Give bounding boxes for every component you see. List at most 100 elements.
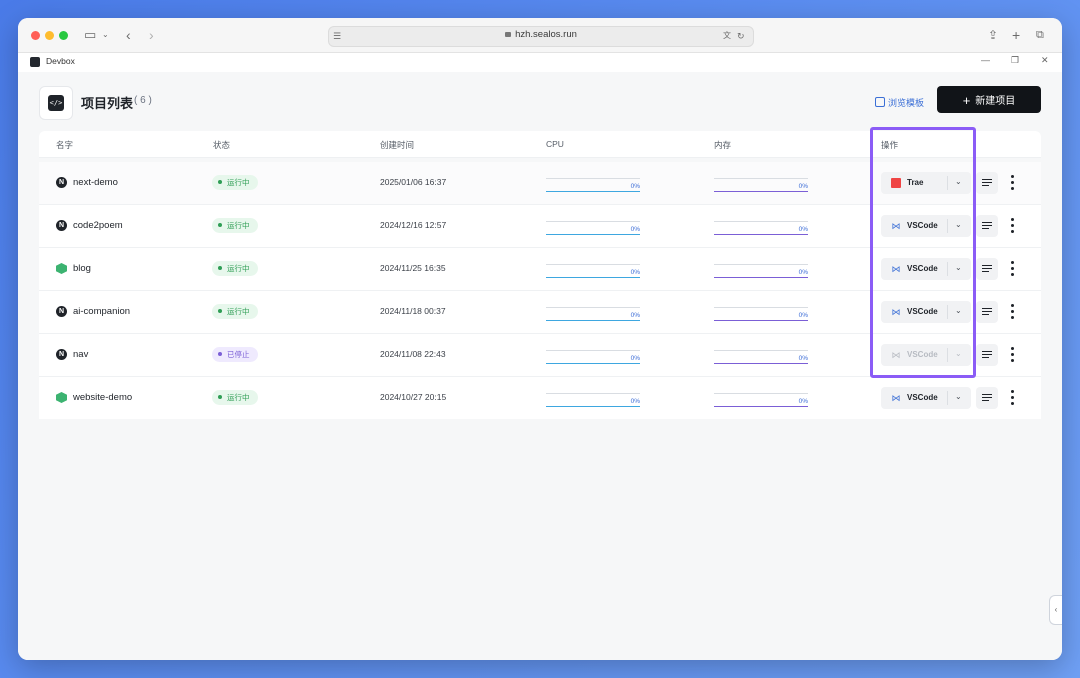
app-name: Devbox <box>46 56 75 66</box>
forward-icon[interactable]: › <box>149 27 154 43</box>
vscode-icon: ⋈ <box>891 393 901 403</box>
status-dot-icon <box>218 352 222 356</box>
new-tab-icon[interactable]: + <box>1012 27 1020 43</box>
project-name[interactable]: website-demo <box>73 392 132 403</box>
lines-icon <box>982 222 992 224</box>
lines-icon <box>982 265 992 267</box>
table-row[interactable]: N nav 已停止 2024/11/08 22:43 0% 0% ⋈ VSCod… <box>39 334 1041 377</box>
chevron-down-icon[interactable]: ⌄ <box>955 177 962 186</box>
project-name[interactable]: blog <box>73 263 91 274</box>
logs-button[interactable] <box>976 301 998 323</box>
address-bar[interactable]: ☰ hzh.sealos.run 文 ↻ <box>328 26 754 47</box>
created-time: 2024/11/18 00:37 <box>380 306 446 316</box>
cpu-percent: 0% <box>630 312 640 319</box>
created-time: 2025/01/06 16:37 <box>380 177 447 187</box>
memory-meter: 0% <box>714 349 808 365</box>
sidebar-toggle-icon[interactable]: ▭ <box>84 27 96 43</box>
project-name[interactable]: code2poem <box>73 220 123 231</box>
new-project-button[interactable]: + 新建项目 <box>937 86 1041 113</box>
minimize-window-button[interactable] <box>45 31 54 40</box>
nextjs-icon: N <box>56 306 67 317</box>
memory-percent: 0% <box>798 312 808 319</box>
cpu-meter: 0% <box>546 349 640 365</box>
created-time: 2024/11/25 16:35 <box>380 263 446 273</box>
share-icon[interactable]: ⇪ <box>988 27 998 43</box>
ide-open-button[interactable]: ⋈ VSCode ⌄ <box>881 258 971 280</box>
more-options-icon[interactable] <box>1010 345 1016 365</box>
table-row[interactable]: N next-demo 运行中 2025/01/06 16:37 0% 0% T… <box>39 162 1041 205</box>
new-project-label: 新建项目 <box>975 96 1016 107</box>
devbox-logo-icon <box>30 57 40 67</box>
chevron-down-icon[interactable]: ⌄ <box>955 306 962 315</box>
more-options-icon[interactable] <box>1010 259 1016 279</box>
page-header: </> 项目列表 ( 6 ) 浏览模板 + 新建项目 <box>39 86 1041 120</box>
status-label: 运行中 <box>227 393 250 402</box>
project-table: 名字 状态 创建时间 CPU 内存 操作 N next-demo 运行中 202… <box>39 131 1041 419</box>
status-label: 运行中 <box>227 307 250 316</box>
close-window-button[interactable] <box>31 31 40 40</box>
table-row[interactable]: website-demo 运行中 2024/10/27 20:15 0% 0% … <box>39 377 1041 419</box>
code-icon: </> <box>48 95 64 111</box>
tabs-overview-icon[interactable]: ⧉ <box>1036 27 1044 43</box>
project-name[interactable]: next-demo <box>73 177 118 188</box>
chevron-down-icon[interactable]: ⌄ <box>955 349 962 358</box>
more-options-icon[interactable] <box>1010 388 1016 408</box>
ide-open-button[interactable]: Trae ⌄ <box>881 172 971 194</box>
logs-button[interactable] <box>976 344 998 366</box>
logs-button[interactable] <box>976 215 998 237</box>
plus-icon: + <box>962 93 971 108</box>
browse-templates-link[interactable]: 浏览模板 <box>875 96 924 109</box>
ide-open-button[interactable]: ⋈ VSCode ⌄ <box>881 344 971 366</box>
back-icon[interactable]: ‹ <box>126 27 131 43</box>
memory-meter: 0% <box>714 306 808 322</box>
more-options-icon[interactable] <box>1010 173 1016 193</box>
memory-meter: 0% <box>714 220 808 236</box>
more-options-icon[interactable] <box>1010 302 1016 322</box>
logs-button[interactable] <box>976 387 998 409</box>
logs-button[interactable] <box>976 258 998 280</box>
ide-open-button[interactable]: ⋈ VSCode ⌄ <box>881 215 971 237</box>
logs-button[interactable] <box>976 172 998 194</box>
url-text: hzh.sealos.run <box>515 29 577 40</box>
table-row[interactable]: N ai-companion 运行中 2024/11/18 00:37 0% 0… <box>39 291 1041 334</box>
template-icon <box>875 97 885 107</box>
reload-icon[interactable]: ↻ <box>737 28 745 44</box>
project-name[interactable]: ai-companion <box>73 306 130 317</box>
chevron-down-icon[interactable]: ⌄ <box>955 220 962 229</box>
status-badge: 运行中 <box>212 175 258 190</box>
table-body: N next-demo 运行中 2025/01/06 16:37 0% 0% T… <box>39 162 1041 419</box>
col-status: 状态 <box>213 140 231 150</box>
maximize-window-button[interactable] <box>59 31 68 40</box>
status-badge: 已停止 <box>212 347 258 362</box>
ide-label: VSCode <box>907 350 938 359</box>
minimize-icon[interactable]: — <box>981 55 990 65</box>
memory-percent: 0% <box>798 183 808 190</box>
cpu-percent: 0% <box>630 355 640 362</box>
col-memory: 内存 <box>714 140 732 150</box>
chevron-down-icon[interactable]: ⌄ <box>955 263 962 272</box>
chevron-down-icon[interactable]: ⌄ <box>955 392 962 401</box>
ide-label: VSCode <box>907 221 938 230</box>
app-titlebar: Devbox — ❐ ✕ <box>18 53 1062 71</box>
table-row[interactable]: blog 运行中 2024/11/25 16:35 0% 0% ⋈ VSCode… <box>39 248 1041 291</box>
close-icon[interactable]: ✕ <box>1041 55 1049 66</box>
project-name[interactable]: nav <box>73 349 88 360</box>
side-collapse-tab[interactable]: ‹ <box>1049 595 1062 625</box>
memory-meter: 0% <box>714 263 808 279</box>
restore-icon[interactable]: ❐ <box>1011 55 1019 66</box>
created-time: 2024/10/27 20:15 <box>380 392 447 402</box>
browser-toolbar: ▭ ⌄ ‹ › ☰ hzh.sealos.run 文 ↻ ⇪ + ⧉ <box>18 18 1062 53</box>
ide-open-button[interactable]: ⋈ VSCode ⌄ <box>881 301 971 323</box>
lines-icon <box>982 351 992 353</box>
col-created: 创建时间 <box>380 140 415 150</box>
memory-percent: 0% <box>798 226 808 233</box>
chevron-down-icon[interactable]: ⌄ <box>102 27 109 43</box>
created-time: 2024/11/08 22:43 <box>380 349 446 359</box>
more-options-icon[interactable] <box>1010 216 1016 236</box>
cpu-percent: 0% <box>630 398 640 405</box>
status-dot-icon <box>218 395 222 399</box>
ide-open-button[interactable]: ⋈ VSCode ⌄ <box>881 387 971 409</box>
translate-icon[interactable]: 文 <box>723 28 731 44</box>
trae-icon <box>891 178 901 188</box>
table-row[interactable]: N code2poem 运行中 2024/12/16 12:57 0% 0% ⋈… <box>39 205 1041 248</box>
